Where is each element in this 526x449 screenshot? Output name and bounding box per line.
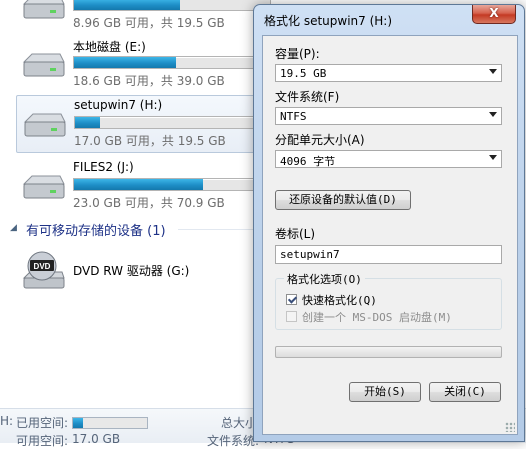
details-total-label: 总大小 [221, 416, 258, 430]
drive-space-info: 17.0 GB 可用，共 19.5 GB [74, 134, 226, 148]
expand-arrow-icon[interactable]: ◢ [10, 223, 17, 233]
details-usage-bar [72, 417, 148, 429]
drive-item-j[interactable]: FILES2 (J:) 23.0 GB 可用，共 70.9 GB [16, 158, 271, 214]
close-icon: X [489, 6, 499, 20]
alloc-unit-select[interactable]: 4096 字节 [275, 150, 502, 168]
volume-label-label: 卷标(L) [275, 227, 316, 241]
drive-space-info: 18.6 GB 可用，共 39.0 GB [73, 74, 225, 88]
drive-item-top[interactable]: 8.96 GB 可用，共 19.5 GB [16, 0, 271, 34]
drive-item-e[interactable]: 本地磁盘 (E:) 18.6 GB 可用，共 39.0 GB [16, 36, 271, 92]
group-title: 有可移动存储的设备 (1) [26, 224, 166, 239]
details-drive-letter: H: [0, 414, 14, 428]
hard-drive-icon [22, 53, 65, 77]
drive-name: setupwin7 (H:) [74, 98, 163, 112]
drive-item-h[interactable]: setupwin7 (H:) 17.0 GB 可用，共 19.5 GB [16, 95, 272, 153]
hard-drive-icon [23, 113, 66, 137]
details-used-label: 已用空间: [16, 416, 69, 430]
msdos-startup-checkbox [286, 311, 297, 322]
dropdown-arrow-icon [489, 112, 497, 117]
drive-usage-bar [73, 56, 271, 69]
filesystem-label: 文件系统(F) [275, 90, 340, 104]
format-options-title: 格式化选项(O) [284, 271, 365, 287]
drive-space-info: 23.0 GB 可用，共 70.9 GB [73, 196, 225, 210]
details-free-value: 17.0 GB [72, 432, 121, 446]
hard-drive-icon [22, 175, 65, 199]
dialog-client-area: 容量(P): 19.5 GB 文件系统(F) NTFS 分配单元大小(A) 40… [262, 35, 518, 435]
details-fs-label: 文件系统: [207, 434, 260, 448]
group-divider [178, 229, 258, 230]
format-progress-bar [275, 346, 502, 358]
drive-name: DVD RW 驱动器 (G:) [73, 264, 190, 278]
details-free-label: 可用空间: [16, 434, 69, 448]
quick-format-label[interactable]: 快速格式化(Q) [302, 292, 377, 308]
start-button[interactable]: 开始(S) [349, 382, 421, 402]
close-button[interactable]: 关闭(C) [429, 382, 501, 402]
titlebar-close-button[interactable]: X [472, 5, 516, 24]
dialog-titlebar[interactable]: 格式化 setupwin7 (H:) X [254, 5, 524, 33]
volume-label-value: setupwin7 [280, 248, 340, 261]
quick-format-checkbox[interactable] [286, 294, 297, 305]
drive-item-dvd[interactable]: DVD DVD RW 驱动器 (G:) [16, 248, 256, 294]
hard-drive-icon [22, 0, 65, 19]
format-dialog: 格式化 setupwin7 (H:) X 容量(P): 19.5 GB 文件系统… [253, 4, 525, 442]
filesystem-value: NTFS [280, 110, 307, 123]
volume-label-input[interactable]: setupwin7 [275, 245, 502, 264]
capacity-value: 19.5 GB [280, 67, 327, 80]
filesystem-select[interactable]: NTFS [275, 107, 502, 125]
alloc-unit-label: 分配单元大小(A) [275, 133, 365, 147]
drive-usage-bar [73, 0, 271, 11]
drive-usage-bar [73, 178, 271, 191]
dropdown-arrow-icon [489, 69, 497, 74]
msdos-startup-label: 创建一个 MS-DOS 启动盘(M) [302, 311, 452, 324]
capacity-label: 容量(P): [275, 47, 320, 61]
dvd-drive-icon: DVD [22, 251, 65, 289]
capacity-select[interactable]: 19.5 GB [275, 64, 502, 82]
resize-grip[interactable] [505, 422, 515, 432]
restore-defaults-button[interactable]: 还原设备的默认值(D) [275, 190, 411, 210]
removable-group-header[interactable]: ◢ 有可移动存储的设备 (1) [10, 220, 258, 240]
drive-usage-bar [74, 116, 272, 129]
drive-name: FILES2 (J:) [73, 160, 134, 174]
drive-name: 本地磁盘 (E:) [73, 40, 146, 54]
alloc-unit-value: 4096 字节 [280, 155, 336, 168]
drive-space-info: 8.96 GB 可用，共 19.5 GB [73, 16, 225, 30]
format-options-group: 格式化选项(O) 快速格式化(Q) 创建一个 MS-DOS 启动盘(M) [275, 271, 502, 330]
dropdown-arrow-icon [489, 155, 497, 160]
dialog-title: 格式化 setupwin7 (H:) [264, 14, 393, 28]
dvd-logo-text: DVD [34, 262, 51, 271]
